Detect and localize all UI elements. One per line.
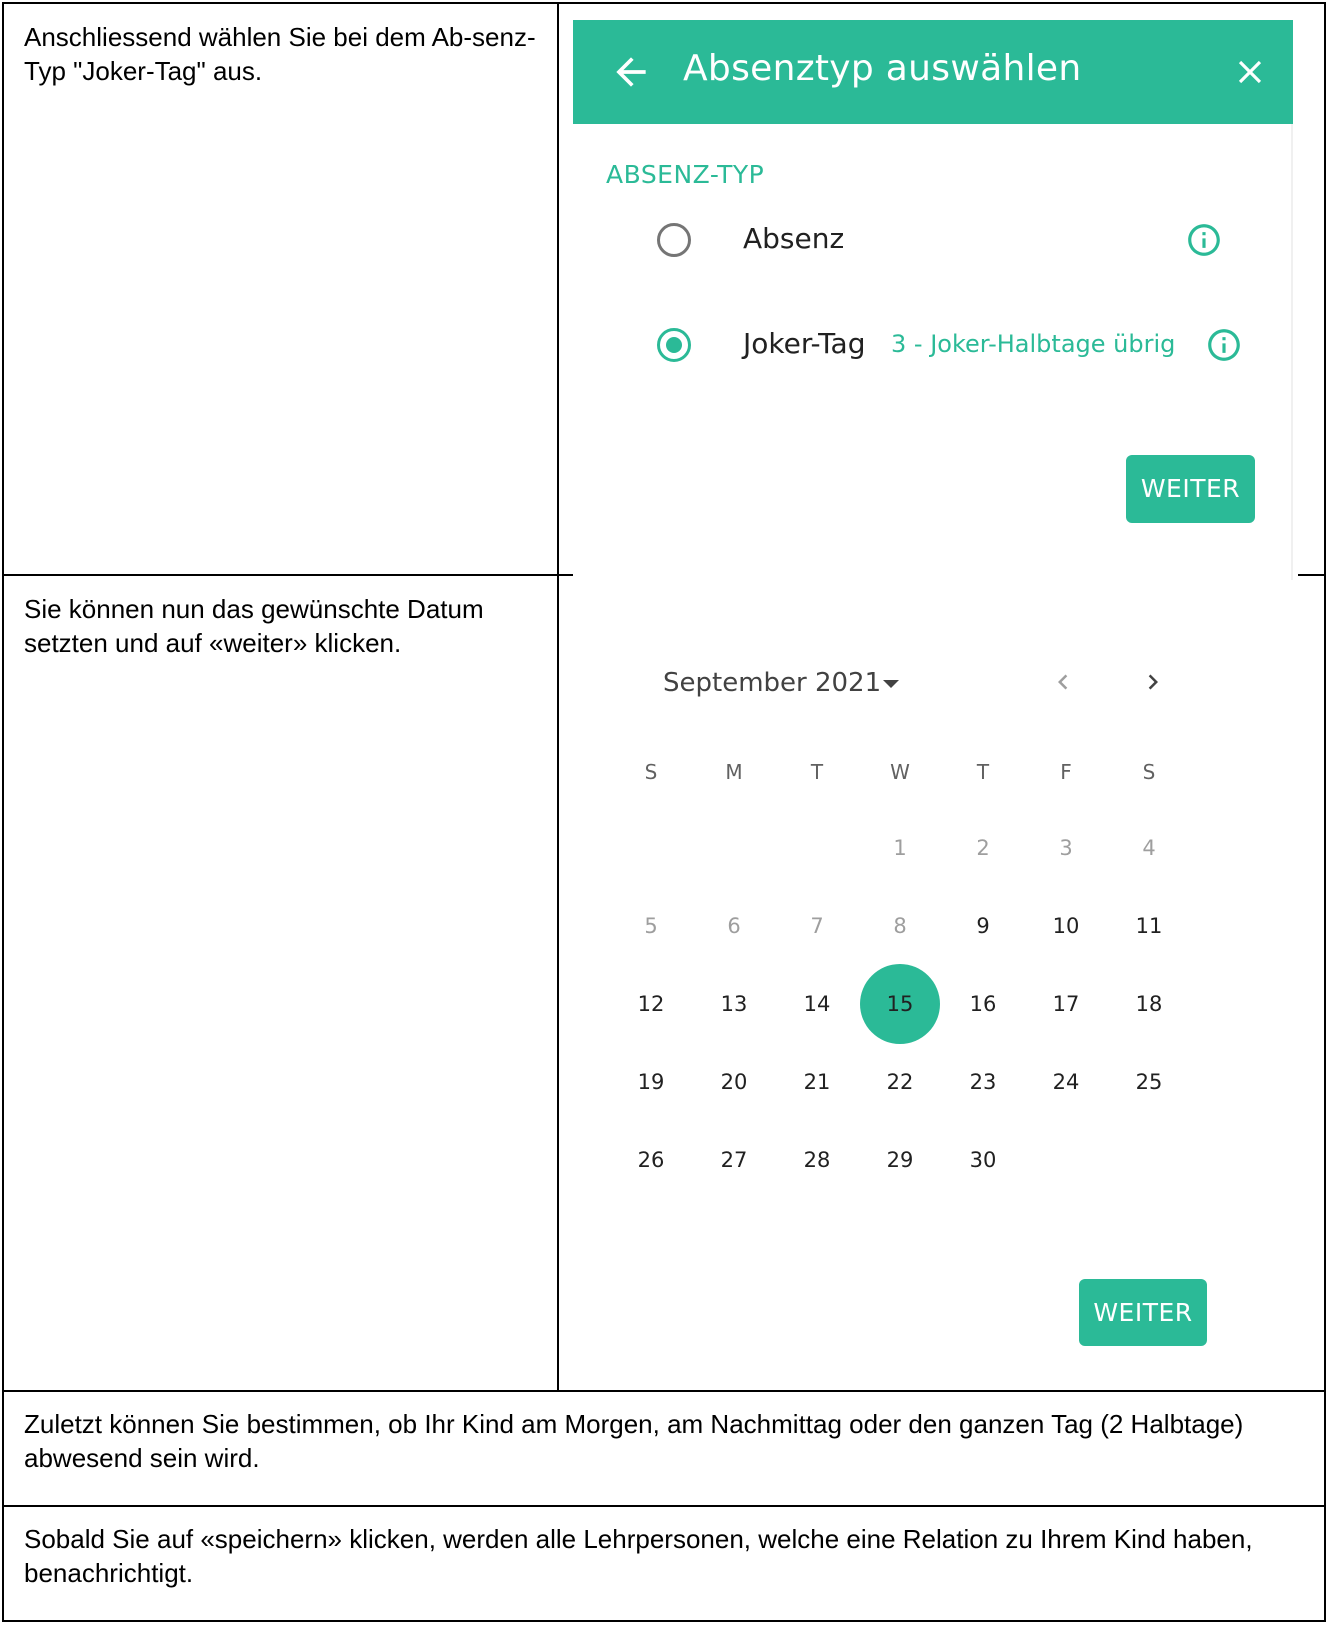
radio-absenz[interactable] — [657, 223, 691, 257]
calendar-day[interactable]: 28 — [777, 1120, 857, 1200]
calendar-day[interactable]: 16 — [943, 964, 1023, 1044]
calendar-day[interactable]: 26 — [611, 1120, 691, 1200]
info-icon[interactable] — [1205, 326, 1243, 364]
calendar-day[interactable]: 29 — [860, 1120, 940, 1200]
weekday-label: F — [1060, 760, 1072, 784]
chevron-left-icon[interactable] — [1048, 667, 1078, 697]
calendar-day: 4 — [1142, 836, 1156, 860]
next-button[interactable]: WEITER — [1079, 1279, 1207, 1346]
calendar-day[interactable]: 27 — [694, 1120, 774, 1200]
option-label-joker-tag: Joker-Tag — [743, 327, 866, 360]
calendar-day: 3 — [1059, 836, 1073, 860]
absence-type-screenshot: Absenztyp auswählen ABSENZ-TYP Absenz Jo… — [573, 20, 1298, 580]
next-button[interactable]: WEITER — [1126, 455, 1255, 523]
calendar-day[interactable]: 10 — [1026, 886, 1106, 966]
step-text-1: Anschliessend wählen Sie bei dem Ab-senz… — [24, 22, 536, 86]
calendar-day[interactable]: 20 — [694, 1042, 774, 1122]
column-divider — [557, 4, 559, 1392]
calendar-screenshot: September 2021 SMTWTFS 1 2 3 4 5 6 7 8 9 10 11 12 13… — [573, 600, 1298, 1370]
calendar-day: 8 — [893, 914, 907, 938]
calendar-day: 7 — [810, 914, 824, 938]
chevron-right-icon[interactable] — [1138, 667, 1168, 697]
calendar-day[interactable]: 25 — [1109, 1042, 1189, 1122]
calendar-day[interactable]: 30 — [943, 1120, 1023, 1200]
calendar-day: 5 — [644, 914, 658, 938]
calendar-day[interactable]: 21 — [777, 1042, 857, 1122]
calendar-day[interactable]: 12 — [611, 964, 691, 1044]
calendar-day[interactable]: 13 — [694, 964, 774, 1044]
calendar-day[interactable]: 18 — [1109, 964, 1189, 1044]
weekday-label: T — [810, 760, 824, 784]
section-label: ABSENZ-TYP — [606, 160, 765, 189]
calendar-day: 1 — [893, 836, 907, 860]
weekday-label: T — [976, 760, 990, 784]
calendar-day[interactable]: 14 — [777, 964, 857, 1044]
calendar-day[interactable]: 9 — [943, 886, 1023, 966]
caret-down-icon[interactable] — [883, 680, 899, 688]
dialog-body: ABSENZ-TYP Absenz Joker-Tag 3 - Joker-Ha… — [573, 124, 1293, 580]
calendar-day: 6 — [727, 914, 741, 938]
radio-joker-tag[interactable] — [657, 328, 691, 362]
calendar-day[interactable]: 23 — [943, 1042, 1023, 1122]
calendar-day: 2 — [976, 836, 990, 860]
dialog-title: Absenztyp auswählen — [683, 48, 1082, 89]
row-divider — [4, 1505, 1324, 1507]
calendar-day[interactable]: 22 — [860, 1042, 940, 1122]
calendar-day[interactable]: 19 — [611, 1042, 691, 1122]
step-text-2: Sie können nun das gewünschte Datum setz… — [24, 594, 484, 658]
calendar-day-selected[interactable]: 15 — [860, 964, 940, 1044]
weekday-label: M — [725, 760, 743, 784]
step-text-4: Sobald Sie auf «speichern» klicken, werd… — [24, 1524, 1253, 1588]
joker-remaining-text: 3 - Joker-Halbtage übrig — [891, 330, 1176, 358]
month-label[interactable]: September 2021 — [663, 668, 881, 698]
calendar-day[interactable]: 17 — [1026, 964, 1106, 1044]
step-text-3: Zuletzt können Sie bestimmen, ob Ihr Kin… — [24, 1409, 1244, 1473]
arrow-left-icon[interactable] — [609, 50, 653, 94]
info-icon[interactable] — [1185, 221, 1223, 259]
weekday-label: S — [644, 760, 658, 784]
calendar-day[interactable]: 11 — [1109, 886, 1189, 966]
weekday-label: W — [890, 760, 910, 784]
app-bar: Absenztyp auswählen — [573, 20, 1293, 124]
calendar-day[interactable]: 24 — [1026, 1042, 1106, 1122]
row-divider — [4, 1390, 1324, 1392]
weekday-label: S — [1142, 760, 1156, 784]
close-icon[interactable] — [1231, 53, 1269, 91]
option-label-absenz: Absenz — [743, 222, 845, 255]
